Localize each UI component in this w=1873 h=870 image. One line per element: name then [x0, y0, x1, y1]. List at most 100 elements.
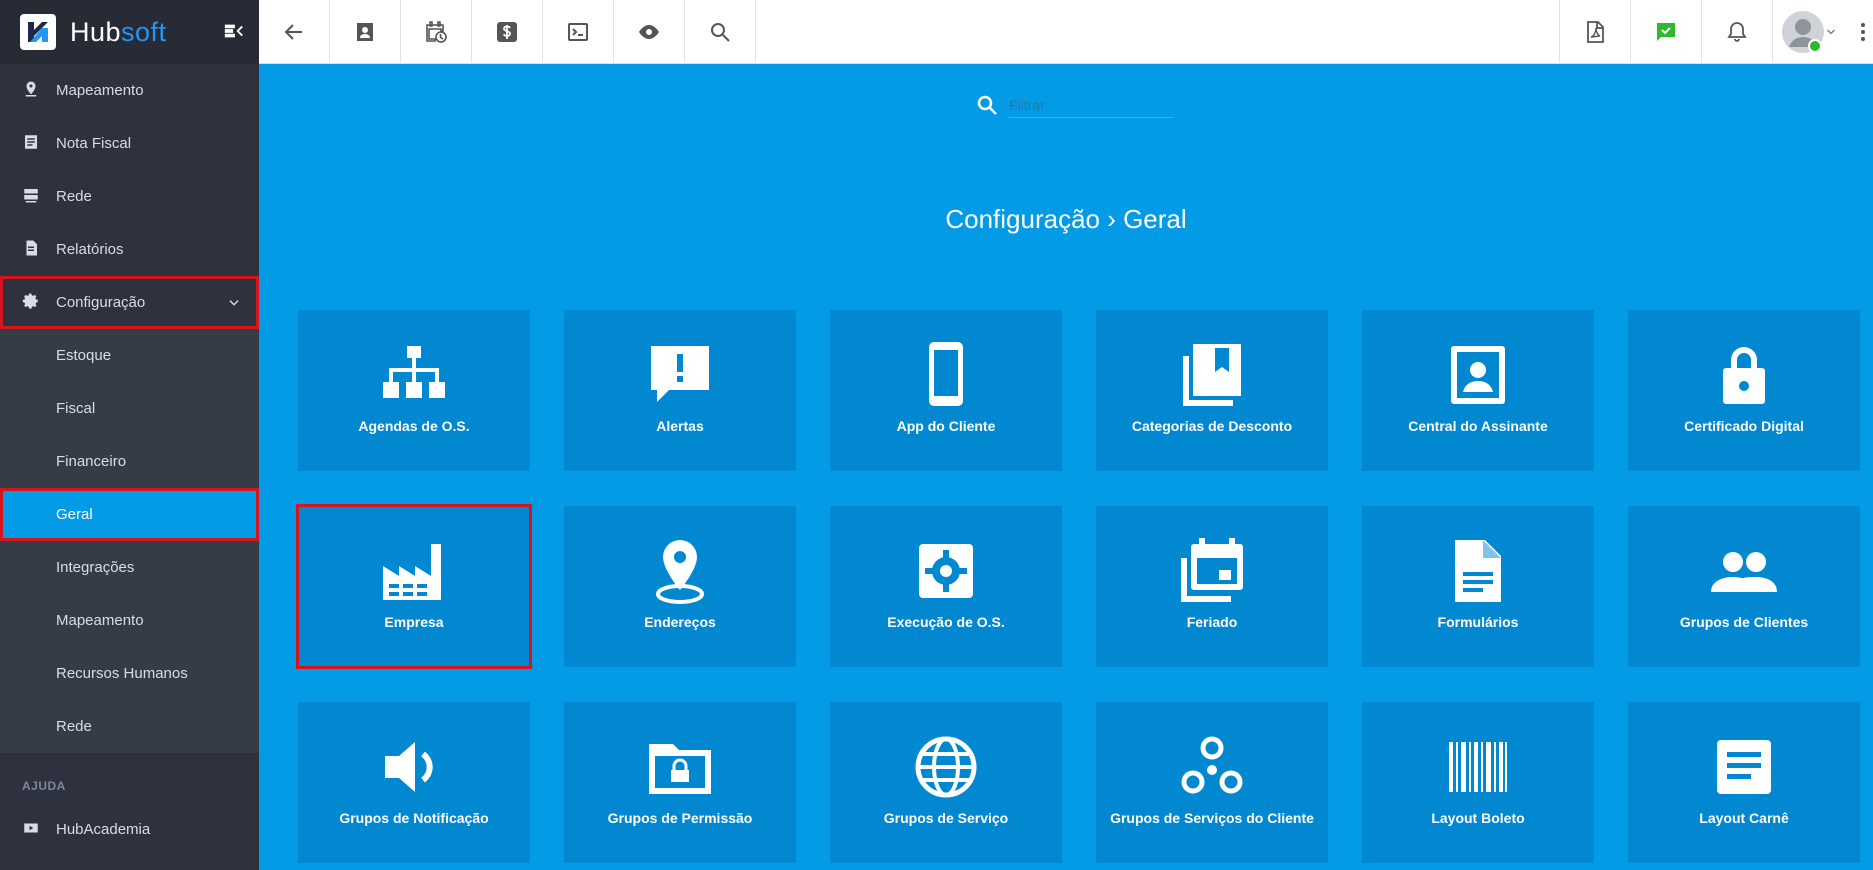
card-enderecos[interactable]: Endereços: [564, 506, 796, 667]
more-vertical-icon[interactable]: [1859, 20, 1867, 44]
lock-icon: [1723, 347, 1765, 404]
sidebar-subitem-label: Recursos Humanos: [56, 665, 188, 682]
card-central-assinante[interactable]: Central do Assinante: [1362, 310, 1594, 471]
sidebar-item-mapeamento[interactable]: Mapeamento: [0, 64, 259, 117]
sidebar-item-configuracao[interactable]: Configuração: [0, 276, 259, 329]
notifications-button[interactable]: [1701, 0, 1772, 64]
card-execucao-os[interactable]: Execução de O.S.: [830, 506, 1062, 667]
youtube-icon: [24, 823, 38, 833]
sidebar-subitem-estoque[interactable]: Estoque: [0, 329, 259, 382]
card-categorias-desconto[interactable]: Categorias de Desconto: [1096, 310, 1328, 471]
app-root: Hubsoft Mapeamento Nota Fiscal Rede Rela…: [0, 0, 1873, 870]
card-label: Endereços: [644, 614, 716, 630]
card-grupos-servicos-cliente[interactable]: Grupos de Serviços do Cliente: [1096, 702, 1328, 863]
document-icon: [26, 240, 37, 256]
chevron-down-icon: [1826, 29, 1835, 35]
sidebar-item-nota-fiscal[interactable]: Nota Fiscal: [0, 117, 259, 170]
factory-icon: [383, 544, 441, 600]
avatar-icon: [1781, 11, 1824, 53]
sidebar-subitem-label: Estoque: [56, 347, 112, 364]
settings-box-icon: [919, 544, 973, 598]
sidebar-item-label: Rede: [56, 188, 92, 205]
barcode-icon: [1449, 742, 1507, 792]
hubsoft-logo-icon: [20, 14, 56, 50]
filter-bar: [975, 92, 1174, 118]
topbar: [259, 0, 1873, 64]
eye-icon: [639, 25, 659, 39]
bubbles-icon: [1181, 736, 1243, 794]
sidebar-subitem-label: Mapeamento: [56, 612, 144, 629]
collapse-menu-icon[interactable]: [223, 20, 245, 42]
card-layout-boleto[interactable]: Layout Boleto: [1362, 702, 1594, 863]
sidebar-subitem-label: Rede: [56, 718, 92, 735]
bookmark-library-icon: [1183, 344, 1241, 406]
card-grupos-clientes[interactable]: Grupos de Clientes: [1628, 506, 1860, 667]
card-alertas[interactable]: Alertas: [564, 310, 796, 471]
sidebar-subitem-label: Integrações: [56, 559, 135, 576]
search-button[interactable]: [685, 0, 756, 64]
card-layout-carne[interactable]: Layout Carnê: [1628, 702, 1860, 863]
smartphone-icon: [929, 342, 963, 406]
search-icon: [711, 23, 730, 42]
pdf-button[interactable]: [1559, 0, 1630, 64]
card-empresa[interactable]: Empresa: [296, 504, 532, 669]
pdf-icon: [1587, 21, 1604, 43]
sidebar-item-label: Relatórios: [56, 241, 124, 258]
receipt-icon: [25, 135, 37, 149]
terminal-icon: [568, 23, 588, 41]
card-label: Categorias de Desconto: [1131, 418, 1293, 434]
filter-input[interactable]: [1009, 92, 1174, 118]
chevron-down-icon: [229, 300, 239, 306]
finance-button[interactable]: [472, 0, 543, 64]
card-grupos-notificacao[interactable]: Grupos de Notificação: [298, 702, 530, 863]
card-formularios[interactable]: Formulários: [1362, 506, 1594, 667]
brand-name: Hubsoft: [70, 16, 167, 47]
card-label: Grupos de Permissão: [607, 810, 753, 826]
card-grupos-permissao[interactable]: Grupos de Permissão: [564, 702, 796, 863]
back-button[interactable]: [259, 0, 330, 64]
card-label: Grupos de Notificação: [339, 810, 489, 826]
back-arrow-icon: [284, 24, 302, 40]
contact-card-icon: [357, 23, 373, 41]
gear-icon: [22, 293, 38, 309]
card-agendas-os[interactable]: Agendas de O.S.: [298, 310, 530, 471]
alert-message-icon: [651, 346, 709, 402]
folder-lock-icon: [649, 744, 711, 794]
sidebar-subitem-rede[interactable]: Rede: [0, 700, 259, 753]
user-menu[interactable]: [1772, 0, 1844, 64]
sidebar-subitem-financeiro[interactable]: Financeiro: [0, 435, 259, 488]
sidebar-subitem-fiscal[interactable]: Fiscal: [0, 382, 259, 435]
card-label: Agendas de O.S.: [358, 418, 470, 434]
sidebar-item-hubacademia[interactable]: HubAcademia: [0, 803, 259, 856]
chat-check-icon: [1657, 23, 1675, 41]
sidebar-item-relatorios[interactable]: Relatórios: [0, 223, 259, 276]
card-label: Central do Assinante: [1408, 418, 1548, 434]
card-certificado-digital[interactable]: Certificado Digital: [1628, 310, 1860, 471]
calendar-stack-icon: [1181, 538, 1243, 602]
sidebar: Hubsoft Mapeamento Nota Fiscal Rede Rela…: [0, 0, 259, 870]
card-label: Certificado Digital: [1684, 418, 1804, 434]
people-icon: [1711, 552, 1777, 592]
sidebar-subitem-recursos-humanos[interactable]: Recursos Humanos: [0, 647, 259, 700]
sidebar-item-rede[interactable]: Rede: [0, 170, 259, 223]
terminal-button[interactable]: [543, 0, 614, 64]
card-app-do-cliente[interactable]: App do Cliente: [830, 310, 1062, 471]
sidebar-subitem-label: Fiscal: [56, 400, 96, 417]
sidebar-subitem-label: Geral: [56, 506, 93, 523]
globe-icon: [915, 736, 977, 798]
contacts-button[interactable]: [330, 0, 401, 64]
portrait-icon: [1451, 346, 1505, 404]
dollar-icon: [497, 22, 517, 42]
sidebar-subitem-mapeamento[interactable]: Mapeamento: [0, 594, 259, 647]
sidebar-subitem-integracoes[interactable]: Integrações: [0, 541, 259, 594]
card-label: Grupos de Serviço: [883, 810, 1009, 826]
sidebar-subitem-geral[interactable]: Geral: [0, 488, 259, 541]
chat-button[interactable]: [1630, 0, 1701, 64]
card-label: Formulários: [1437, 614, 1519, 630]
card-label: Layout Carnê: [1699, 810, 1789, 826]
schedule-button[interactable]: [401, 0, 472, 64]
view-button[interactable]: [614, 0, 685, 64]
org-chart-icon: [383, 346, 445, 398]
card-feriado[interactable]: Feriado: [1096, 506, 1328, 667]
card-grupos-servico[interactable]: Grupos de Serviço: [830, 702, 1062, 863]
